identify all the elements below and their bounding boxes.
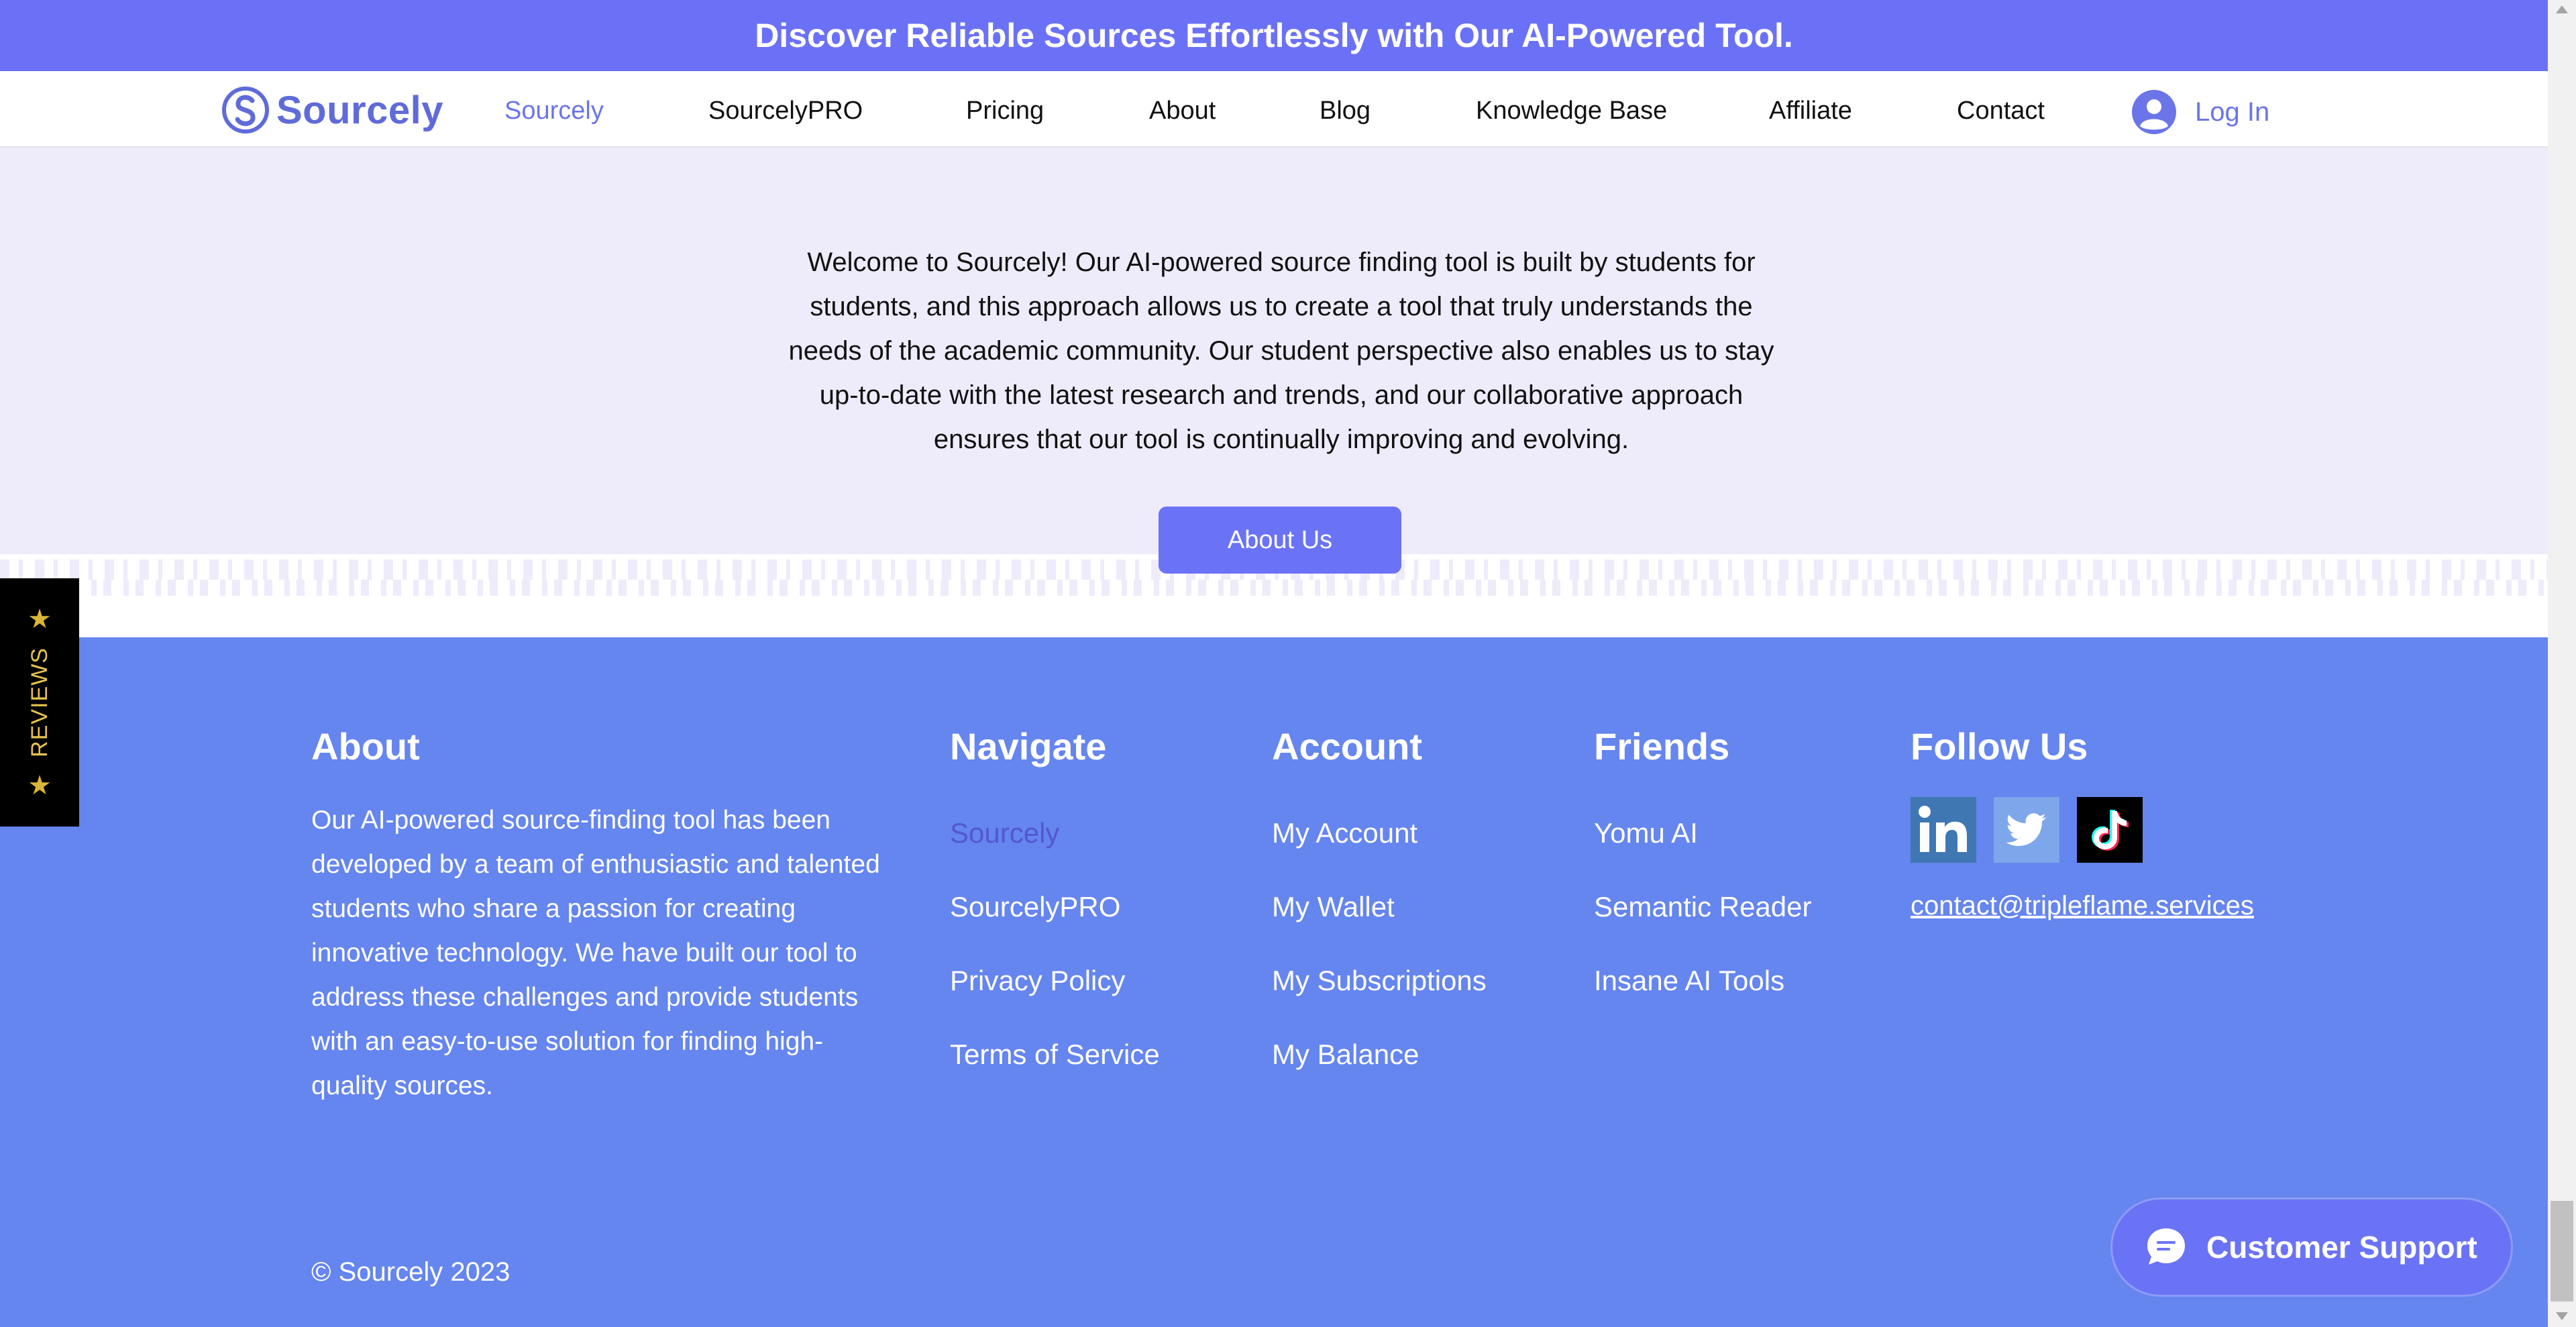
footer-link-my-subscriptions[interactable]: My Subscriptions (1272, 965, 1487, 997)
chat-bubble-icon (2147, 1228, 2185, 1265)
linkedin-icon[interactable] (1911, 797, 1976, 863)
sourcely-logo-icon (222, 87, 269, 134)
promo-banner: Discover Reliable Sources Effortlessly w… (0, 0, 2548, 71)
welcome-text: Welcome to Sourcely! Our AI-powered sour… (788, 248, 1774, 454)
login-button[interactable]: Log In (2132, 90, 2269, 134)
twitter-icon[interactable] (1994, 797, 2059, 863)
footer-link-semantic-reader[interactable]: Semantic Reader (1594, 891, 1812, 923)
customer-support-button[interactable]: Customer Support (2110, 1198, 2513, 1297)
footer-link-sourcely[interactable]: Sourcely (950, 817, 1059, 849)
footer-link-insane-ai-tools[interactable]: Insane AI Tools (1594, 965, 1784, 997)
promo-banner-text: Discover Reliable Sources Effortlessly w… (755, 17, 1793, 54)
footer-link-my-wallet[interactable]: My Wallet (1272, 891, 1395, 923)
footer-link-privacy-policy[interactable]: Privacy Policy (950, 965, 1125, 997)
customer-support-label: Customer Support (2206, 1230, 2477, 1265)
nav-sourcely[interactable]: Sourcely (504, 97, 604, 125)
footer-link-yomu-ai[interactable]: Yomu AI (1594, 817, 1698, 849)
page-scrollbar[interactable] (2548, 0, 2576, 1327)
scrollbar-thumb[interactable] (2551, 1201, 2573, 1302)
nav-about[interactable]: About (1149, 97, 1216, 125)
twitter-bird-glyph (2006, 813, 2046, 846)
nav-blog[interactable]: Blog (1320, 97, 1371, 125)
footer-link-sourcelypro[interactable]: SourcelyPRO (950, 891, 1120, 923)
nav-affiliate[interactable]: Affiliate (1769, 97, 1852, 125)
contact-email-link[interactable]: contact@tripleflame.services (1911, 891, 2254, 921)
copyright-text: © Sourcely 2023 (311, 1257, 511, 1287)
star-icon: ★ (28, 770, 52, 800)
login-label: Log In (2195, 97, 2270, 127)
footer-about-title: About (311, 725, 420, 767)
footer-about-text: Our AI-powered source-finding tool has b… (311, 806, 880, 1100)
scroll-down-arrow-icon[interactable] (2556, 1312, 2568, 1320)
tiktok-icon[interactable] (2077, 797, 2143, 863)
logo[interactable]: Sourcely (221, 86, 443, 134)
site-header: Sourcely Sourcely SourcelyPRO Pricing Ab… (0, 71, 2548, 148)
nav-pricing[interactable]: Pricing (966, 97, 1044, 125)
footer-navigate-title: Navigate (950, 725, 1107, 767)
footer-follow-title: Follow Us (1911, 725, 2088, 767)
nav-sourcelypro[interactable]: SourcelyPRO (708, 97, 863, 125)
user-circle-icon (2132, 90, 2176, 134)
footer-account-title: Account (1272, 725, 1422, 767)
linkedin-glyph (1919, 806, 1967, 852)
nav-contact[interactable]: Contact (1957, 97, 2045, 125)
nav-knowledge-base[interactable]: Knowledge Base (1476, 97, 1667, 125)
about-us-button[interactable]: About Us (1159, 507, 1401, 574)
reviews-tab[interactable]: ★ REVIEWS ★ (0, 578, 79, 827)
footer-link-my-balance[interactable]: My Balance (1272, 1039, 1419, 1071)
scroll-up-arrow-icon[interactable] (2556, 5, 2568, 13)
footer-link-terms-of-service[interactable]: Terms of Service (950, 1039, 1160, 1071)
star-icon: ★ (28, 604, 52, 635)
footer-friends-title: Friends (1594, 725, 1730, 767)
logo-text: Sourcely (276, 88, 443, 132)
reviews-label: REVIEWS (26, 647, 52, 757)
tiktok-note-glyph (2092, 810, 2129, 851)
footer-link-my-account[interactable]: My Account (1272, 817, 1417, 849)
